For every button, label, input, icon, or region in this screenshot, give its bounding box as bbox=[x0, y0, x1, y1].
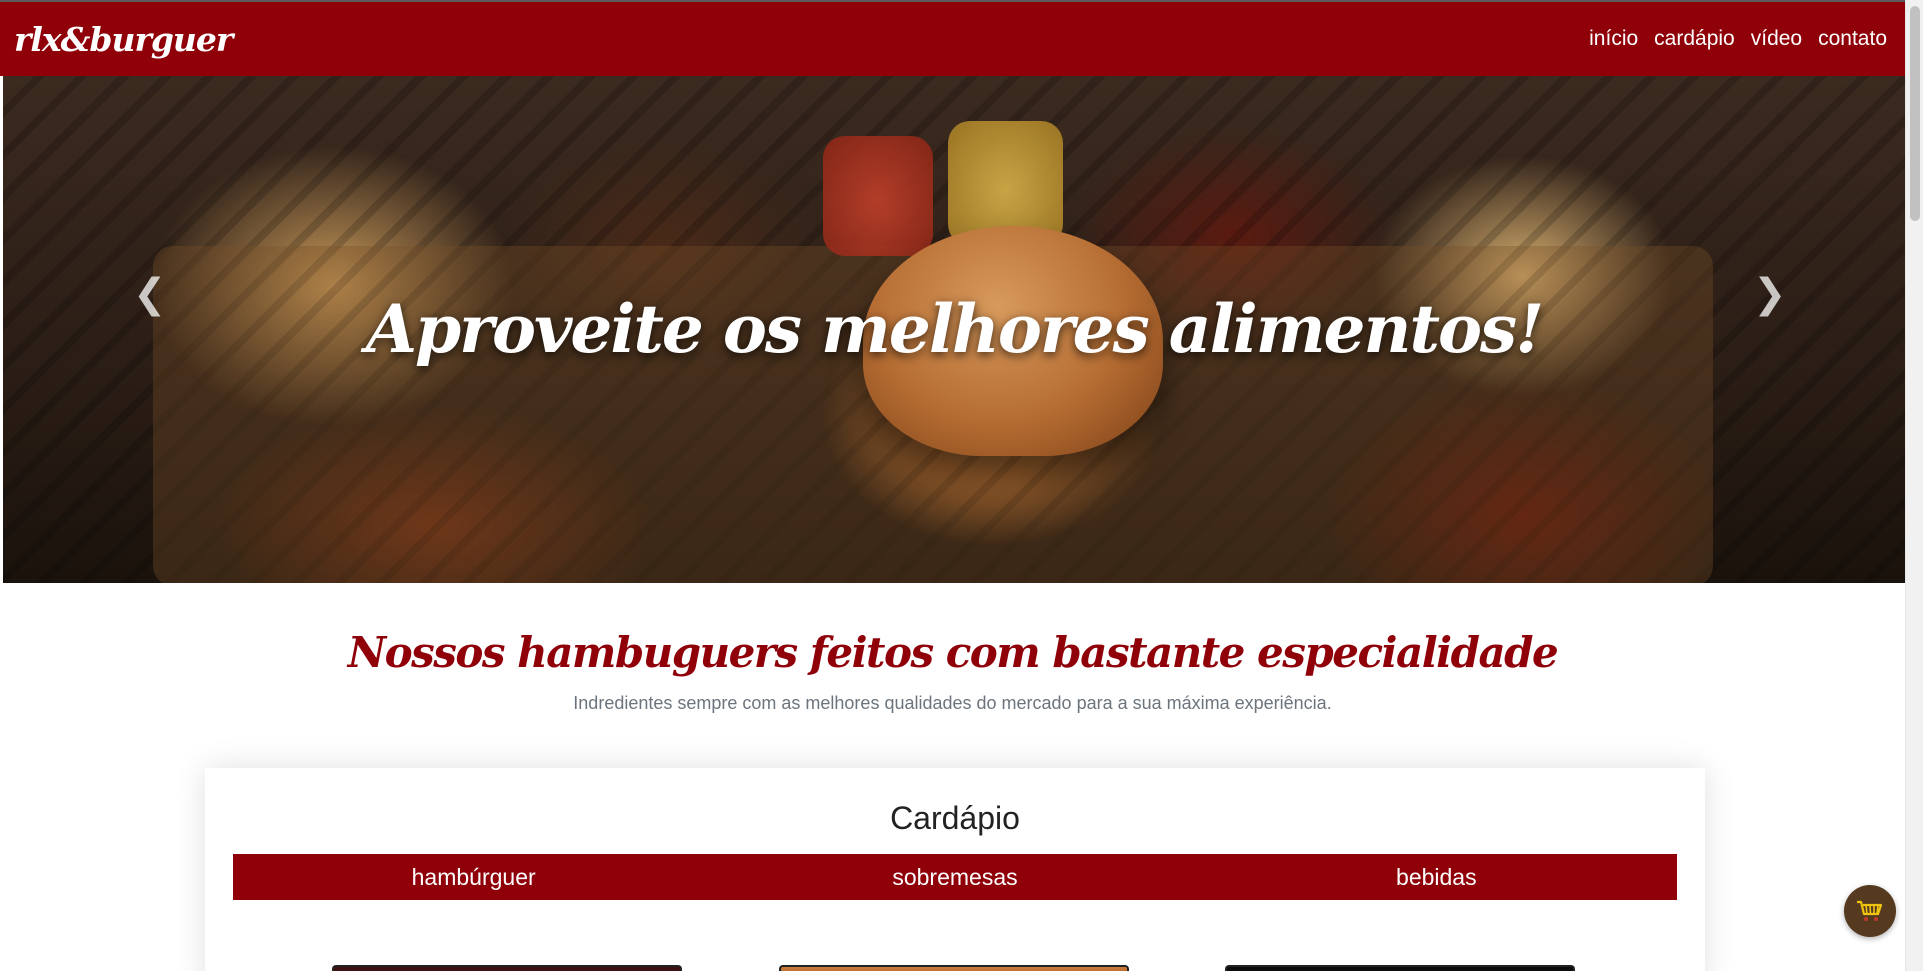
hero-title: Aproveite os melhores alimentos! bbox=[365, 290, 1544, 368]
hero-sauce-jar bbox=[823, 136, 933, 256]
menu-item-image[interactable] bbox=[332, 965, 682, 971]
menu-tabs: hambúrguer sobremesas bebidas bbox=[233, 854, 1677, 900]
hero-carousel: Aproveite os melhores alimentos! ❮ ❯ bbox=[3, 76, 1905, 583]
scrollbar-thumb[interactable] bbox=[1910, 6, 1920, 221]
shopping-cart-icon bbox=[1857, 900, 1883, 921]
page: rlx&burguer início cardápio vídeo contat… bbox=[0, 0, 1923, 971]
nav-links: início cardápio vídeo contato bbox=[1589, 27, 1887, 51]
nav-link-cardapio[interactable]: cardápio bbox=[1654, 27, 1735, 51]
nav-link-contato[interactable]: contato bbox=[1818, 27, 1887, 51]
brand-logo[interactable]: rlx&burguer bbox=[14, 20, 233, 59]
tab-hamburguer[interactable]: hambúrguer bbox=[233, 854, 714, 900]
navbar: rlx&burguer início cardápio vídeo contat… bbox=[0, 0, 1905, 76]
chevron-left-icon[interactable]: ❮ bbox=[133, 271, 167, 317]
menu-title: Cardápio bbox=[890, 800, 1020, 836]
tab-sobremesas[interactable]: sobremesas bbox=[714, 854, 1195, 900]
menu-item-image[interactable] bbox=[779, 965, 1129, 971]
nav-link-video[interactable]: vídeo bbox=[1751, 27, 1802, 51]
tab-bebidas[interactable]: bebidas bbox=[1196, 854, 1677, 900]
section-title: Nossos hambuguers feitos com bastante es… bbox=[347, 628, 1559, 677]
section-subtitle: Indredientes sempre com as melhores qual… bbox=[573, 693, 1332, 713]
vertical-scrollbar[interactable] bbox=[1905, 0, 1923, 971]
nav-link-inicio[interactable]: início bbox=[1589, 27, 1638, 51]
cart-button[interactable] bbox=[1844, 885, 1896, 937]
menu-card: Cardápio hambúrguer sobremesas bebidas bbox=[205, 768, 1705, 971]
chevron-right-icon[interactable]: ❯ bbox=[1753, 271, 1787, 317]
menu-item-image[interactable] bbox=[1225, 965, 1575, 971]
